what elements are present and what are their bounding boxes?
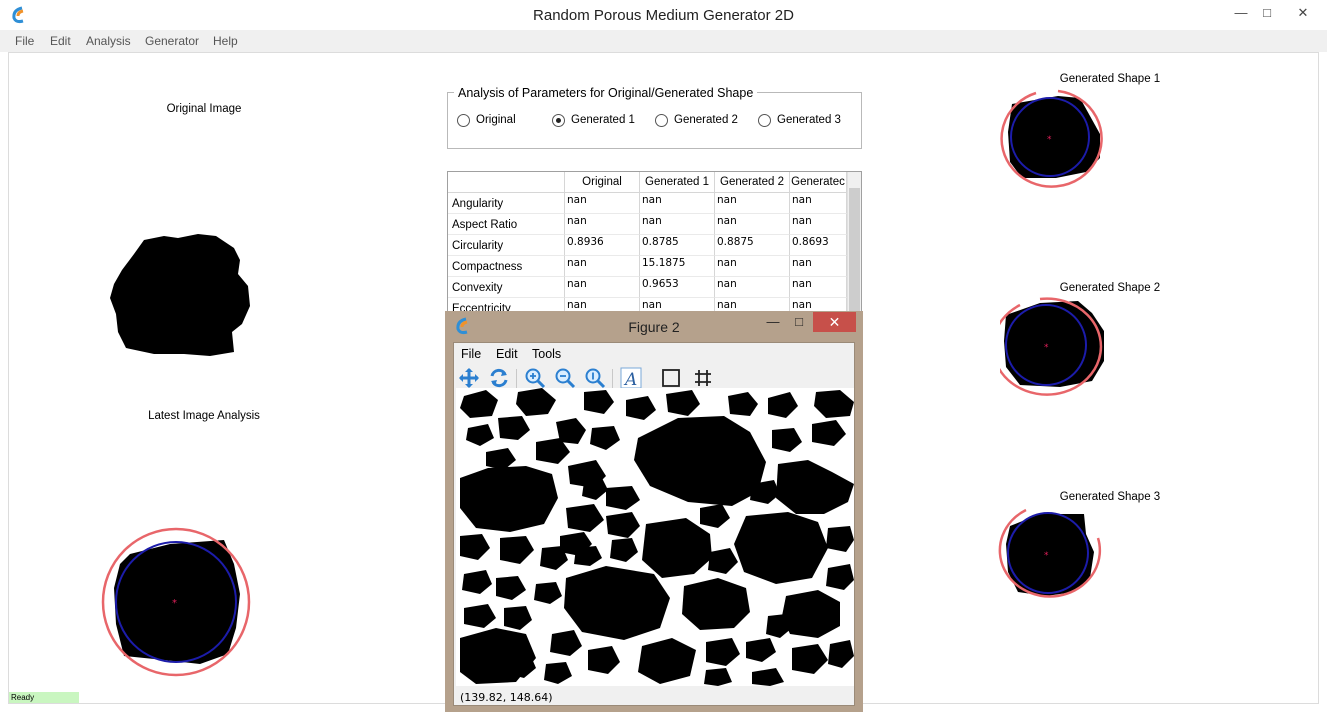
close-button[interactable]: ✕: [1283, 4, 1323, 24]
table-cell[interactable]: nan: [640, 193, 715, 214]
pan-icon[interactable]: [458, 367, 480, 389]
table-cell[interactable]: nan: [565, 256, 640, 277]
radio-icon: [758, 113, 771, 127]
grid-icon[interactable]: [692, 367, 714, 389]
toolbar-separator: [516, 369, 517, 389]
column-header[interactable]: Generated 1: [640, 172, 715, 193]
table-cell[interactable]: nan: [715, 277, 790, 298]
parameters-table[interactable]: Original Generated 1 Generated 2 Generat…: [447, 171, 862, 313]
row-header: Aspect Ratio: [448, 214, 565, 235]
generated-shape-3-plot: *: [998, 508, 1102, 598]
generated-shape-1-plot: *: [1000, 89, 1103, 188]
window-title: Random Porous Medium Generator 2D: [533, 7, 794, 24]
column-header[interactable]: Generated 2: [715, 172, 790, 193]
radio-selected-icon: [552, 113, 565, 127]
latest-analysis-plot: *: [101, 527, 251, 677]
table-cell[interactable]: nan: [715, 214, 790, 235]
toolbar-separator: [612, 369, 613, 389]
status-indicator: Ready: [9, 692, 79, 703]
figure-body: File Edit Tools A (139.82, 148.64): [453, 342, 855, 706]
maximize-button[interactable]: □: [1254, 4, 1280, 24]
table-cell[interactable]: 0.8693: [790, 235, 847, 256]
table-cell[interactable]: 0.8875: [715, 235, 790, 256]
svg-text:*: *: [1044, 551, 1049, 561]
menu-generator[interactable]: Generator: [145, 34, 199, 48]
menu-bar: File Edit Analysis Generator Help: [0, 31, 1327, 52]
table-cell[interactable]: 0.8936: [565, 235, 640, 256]
table-cell[interactable]: 0.9653: [640, 277, 715, 298]
cursor-coordinates: (139.82, 148.64): [460, 691, 553, 704]
table-cell[interactable]: nan: [715, 256, 790, 277]
generated-shape-2-caption: Generated Shape 2: [1059, 282, 1161, 294]
svg-text:*: *: [1044, 343, 1049, 353]
table-cell[interactable]: nan: [790, 214, 847, 235]
generated-shape-1-caption: Generated Shape 1: [1059, 73, 1161, 85]
table-cell[interactable]: nan: [790, 256, 847, 277]
figure-menu-edit[interactable]: Edit: [496, 347, 518, 361]
column-header[interactable]: Original: [565, 172, 640, 193]
svg-text:*: *: [172, 598, 177, 609]
figure-menu-tools[interactable]: Tools: [532, 347, 561, 361]
table-cell[interactable]: 0.8785: [640, 235, 715, 256]
minimize-button[interactable]: —: [1228, 4, 1254, 24]
figure-window: Figure 2 — □ ✕ File Edit Tools A (139.82…: [445, 311, 863, 712]
table-cell[interactable]: nan: [790, 193, 847, 214]
menu-edit[interactable]: Edit: [50, 34, 71, 48]
reset-view-icon[interactable]: [488, 367, 510, 389]
radio-icon: [457, 113, 470, 127]
latest-analysis-caption: Latest Image Analysis: [148, 410, 260, 422]
row-header: Circularity: [448, 235, 565, 256]
analysis-group-title: Analysis of Parameters for Original/Gene…: [454, 86, 758, 100]
porous-medium-canvas[interactable]: [456, 388, 854, 686]
table-cell[interactable]: nan: [565, 214, 640, 235]
figure-minimize-button[interactable]: —: [761, 313, 785, 333]
row-header: Angularity: [448, 193, 565, 214]
table-cell[interactable]: nan: [715, 193, 790, 214]
svg-text:A: A: [623, 370, 637, 389]
row-header: Compactness: [448, 256, 565, 277]
table-cell[interactable]: nan: [790, 277, 847, 298]
table-cell[interactable]: nan: [565, 193, 640, 214]
table-cell[interactable]: nan: [565, 277, 640, 298]
generated-shape-2-plot: *: [1000, 297, 1104, 396]
table-scrollbar-thumb[interactable]: [849, 188, 860, 312]
radio-icon: [655, 113, 668, 127]
rectangle-icon[interactable]: [660, 367, 682, 389]
table-cell[interactable]: 15.1875: [640, 256, 715, 277]
radio-generated-3[interactable]: Generated 3: [758, 113, 841, 127]
menu-file[interactable]: File: [15, 34, 34, 48]
zoom-reset-icon[interactable]: [584, 367, 606, 389]
text-icon[interactable]: A: [620, 367, 642, 389]
zoom-in-icon[interactable]: [524, 367, 546, 389]
figure-menu-file[interactable]: File: [461, 347, 481, 361]
menu-analysis[interactable]: Analysis: [86, 34, 131, 48]
original-image-caption: Original Image: [166, 103, 242, 115]
column-header[interactable]: Generatec: [790, 172, 847, 193]
table-corner: [448, 172, 565, 193]
zoom-out-icon[interactable]: [554, 367, 576, 389]
row-header: Convexity: [448, 277, 565, 298]
menu-help[interactable]: Help: [213, 34, 238, 48]
generated-shape-3-caption: Generated Shape 3: [1059, 491, 1161, 503]
radio-generated-2[interactable]: Generated 2: [655, 113, 738, 127]
original-image: [110, 234, 250, 356]
figure-maximize-button[interactable]: □: [787, 313, 811, 333]
radio-generated-1[interactable]: Generated 1: [552, 113, 635, 127]
radio-original[interactable]: Original: [457, 113, 516, 127]
svg-text:*: *: [1047, 135, 1052, 145]
table-cell[interactable]: nan: [640, 214, 715, 235]
figure-close-button[interactable]: ✕: [813, 312, 856, 332]
